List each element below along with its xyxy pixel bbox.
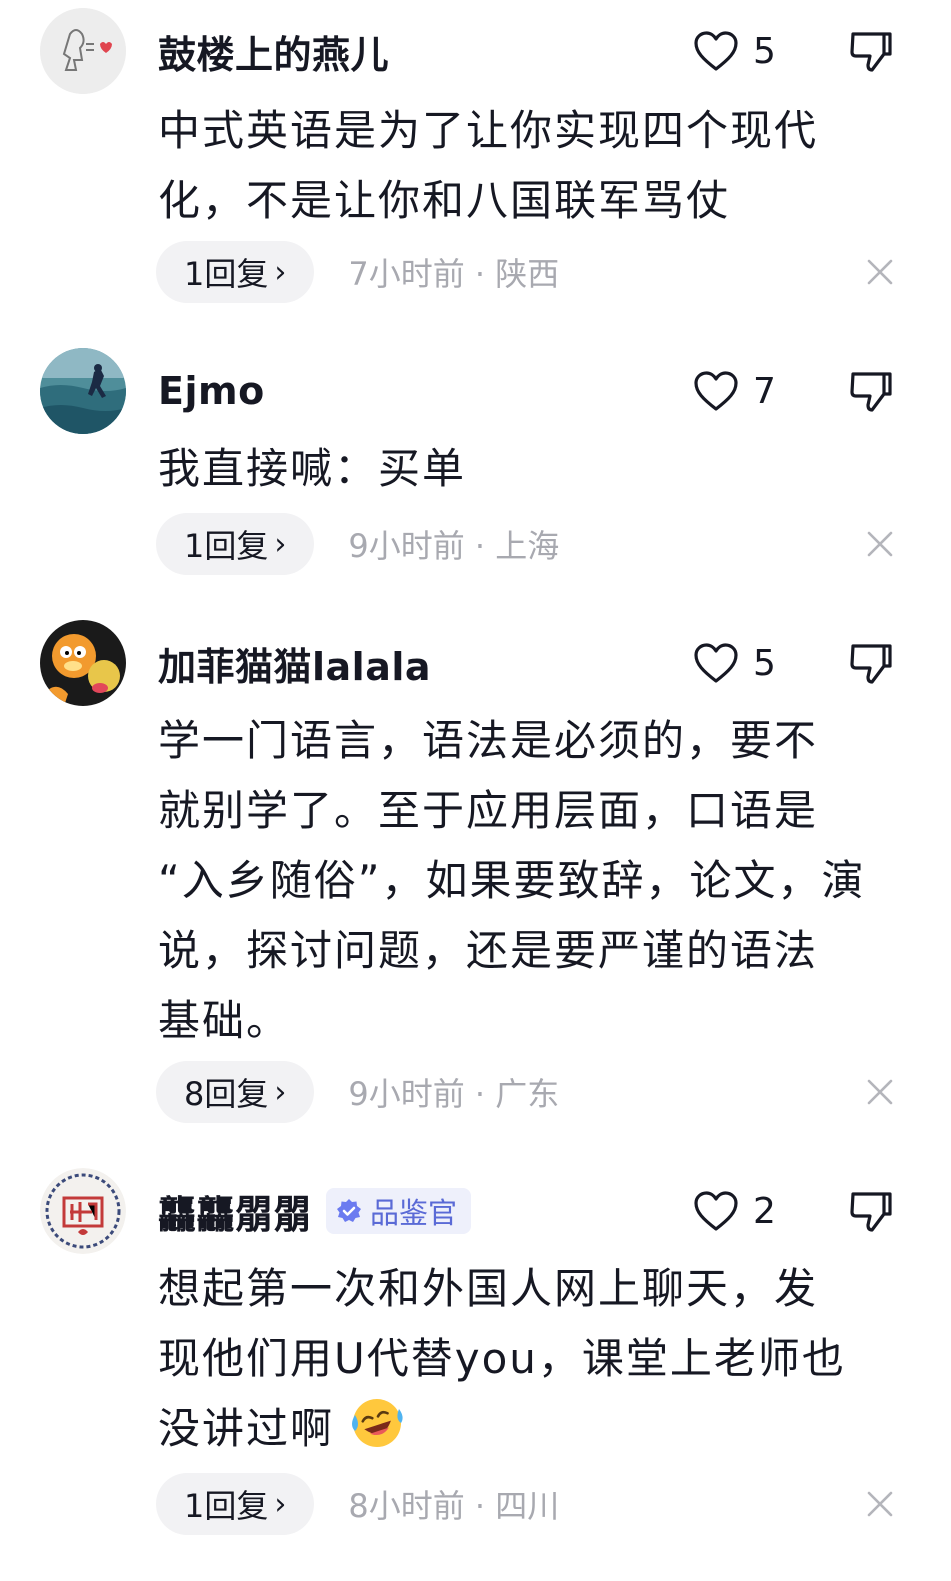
name-row: 加菲猫猫lalala (158, 620, 431, 706)
heart-outline-icon (694, 643, 738, 683)
like-count: 5 (753, 30, 776, 72)
comment-meta: 1回复 › 7小时前 · 陕西 (156, 241, 559, 303)
comment-item: Ejmo 7 我直接喊：买单 1回复 › 9小时前 · 上海 (0, 348, 951, 588)
reply-count: 1回复 (184, 1487, 269, 1525)
reply-count: 8回复 (184, 1075, 269, 1113)
heart-outline-icon (694, 1191, 738, 1231)
comment-text-line: 基础。 (158, 996, 291, 1045)
heart-outline-icon (694, 31, 738, 71)
reply-button[interactable]: 8回复 › (156, 1061, 315, 1123)
name-row: 鼓楼上的燕儿 (158, 8, 389, 94)
close-icon[interactable] (866, 258, 894, 286)
comment-meta: 8回复 › 9小时前 · 广东 (156, 1061, 559, 1123)
reply-button[interactable]: 1回复 › (156, 1473, 315, 1535)
thumbs-down-icon[interactable] (848, 368, 894, 414)
close-icon[interactable] (866, 1078, 894, 1106)
comment-text: 我直接喊：买单 (158, 434, 908, 504)
chevron-right-icon: › (274, 1074, 287, 1110)
doodle-avatar-icon (40, 8, 126, 94)
comment-text-line: 想起第一次和外国人网上聊天，发 (158, 1264, 819, 1313)
heart-outline-icon (694, 371, 738, 411)
comment-item: 龘龘朤朤 品鉴官 2 想起第一次和外国人网上聊天，发 现他们用U代替you，课堂… (0, 1168, 951, 1568)
comment-item: 鼓楼上的燕儿 5 中式英语是为了让你实现四个现代 化，不是让你和八国联军骂仗 1… (0, 8, 951, 308)
time-location: 9小时前 · 上海 (348, 527, 560, 565)
user-avatar[interactable] (40, 1168, 126, 1254)
close-icon[interactable] (866, 1490, 894, 1518)
crying-laughing-emoji (352, 1399, 403, 1447)
badge-label: 品鉴官 (370, 1196, 458, 1230)
seal-avatar-icon (40, 1168, 126, 1254)
like-button[interactable]: 7 (693, 348, 776, 434)
comment-text: 学一门语言，语法是必须的，要不 就别学了。至于应用层面，口语是 “入乡随俗”，如… (158, 706, 908, 1056)
close-icon[interactable] (866, 530, 894, 558)
verified-check-icon (337, 1199, 362, 1222)
chevron-right-icon: › (274, 1486, 287, 1522)
username[interactable]: Ejmo (158, 369, 265, 413)
time-location: 9小时前 · 广东 (348, 1075, 560, 1113)
like-count: 5 (753, 642, 776, 684)
like-count: 2 (753, 1190, 776, 1232)
comment-text-line: 说，探讨问题，还是要严谨的语法 (158, 926, 819, 975)
comment-text-line: 没讲过啊 (158, 1394, 908, 1464)
comment-text-line: 中式英语是为了让你实现四个现代 (158, 106, 819, 155)
garfield-avatar-icon (40, 620, 126, 706)
user-avatar[interactable] (40, 8, 126, 94)
comment-text-line: 化，不是让你和八国联军骂仗 (158, 176, 731, 225)
comment-text-line: 我直接喊：买单 (158, 444, 467, 493)
comment-text-line: 现他们用U代替you，课堂上老师也 (158, 1334, 846, 1383)
reply-button[interactable]: 1回复 › (156, 241, 315, 303)
reviewer-badge[interactable]: 品鉴官 (326, 1188, 472, 1234)
user-avatar[interactable] (40, 348, 126, 434)
chevron-right-icon: › (274, 254, 287, 290)
user-avatar[interactable] (40, 620, 126, 706)
comment-meta: 1回复 › 8小时前 · 四川 (156, 1473, 559, 1535)
reply-button[interactable]: 1回复 › (156, 513, 315, 575)
thumbs-down-icon[interactable] (848, 640, 894, 686)
username[interactable]: 加菲猫猫lalala (158, 636, 431, 691)
comment-text-line: 学一门语言，语法是必须的，要不 (158, 716, 819, 765)
like-button[interactable]: 2 (693, 1168, 776, 1254)
time-location: 7小时前 · 陕西 (348, 255, 560, 293)
username[interactable]: 龘龘朤朤 (158, 1184, 312, 1239)
comment-item: 加菲猫猫lalala 5 学一门语言，语法是必须的，要不 就别学了。至于应用层面… (0, 620, 951, 1140)
ocean-avatar-icon (40, 348, 126, 434)
time-location: 8小时前 · 四川 (348, 1487, 560, 1525)
comment-text-fragment: 没讲过啊 (158, 1404, 335, 1453)
chevron-right-icon: › (274, 526, 287, 562)
username[interactable]: 鼓楼上的燕儿 (158, 24, 389, 79)
thumbs-down-icon[interactable] (848, 1188, 894, 1234)
thumbs-down-icon[interactable] (848, 28, 894, 74)
comment-text: 中式英语是为了让你实现四个现代 化，不是让你和八国联军骂仗 (158, 96, 908, 236)
reply-count: 1回复 (184, 255, 269, 293)
name-row: Ejmo (158, 348, 265, 434)
like-button[interactable]: 5 (693, 8, 776, 94)
comment-text-line: 就别学了。至于应用层面，口语是 (158, 786, 819, 835)
name-row: 龘龘朤朤 品鉴官 (158, 1168, 472, 1254)
comment-text-line: “入乡随俗”，如果要致辞，论文，演 (158, 856, 866, 905)
reply-count: 1回复 (184, 527, 269, 565)
like-button[interactable]: 5 (693, 620, 776, 706)
comment-text: 想起第一次和外国人网上聊天，发 现他们用U代替you，课堂上老师也 没讲过啊 (158, 1254, 908, 1464)
comment-meta: 1回复 › 9小时前 · 上海 (156, 513, 559, 575)
like-count: 7 (753, 370, 776, 412)
